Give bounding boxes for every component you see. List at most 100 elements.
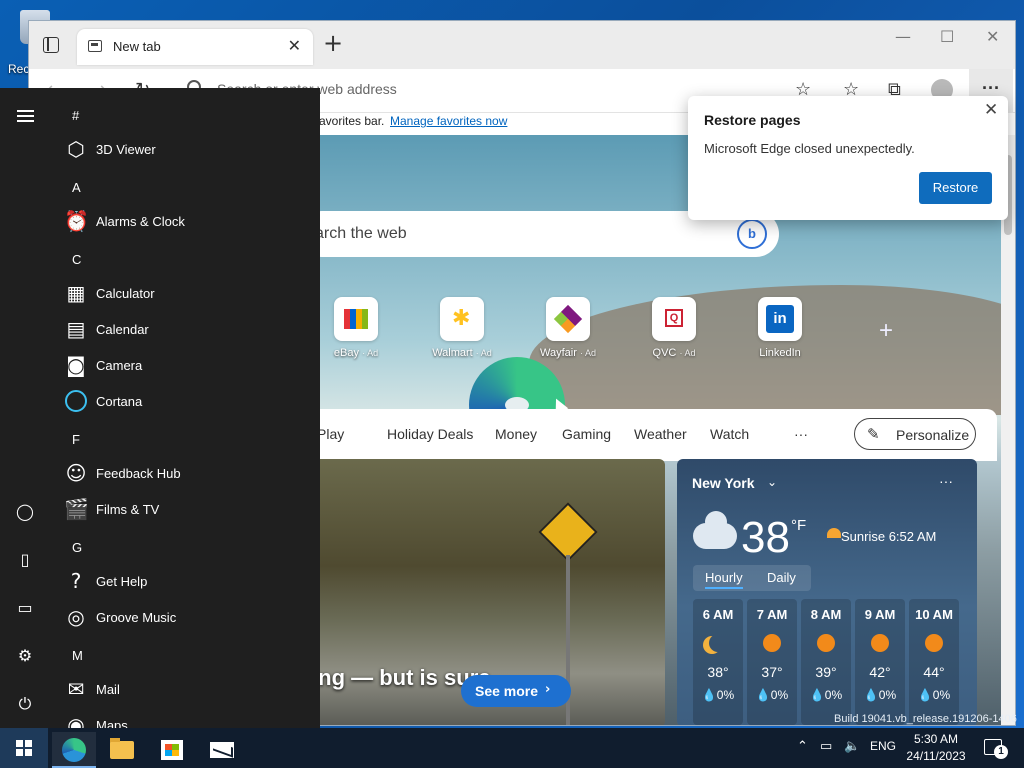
volume-muted-icon[interactable]: 🔈 [844, 739, 860, 754]
sun-icon [925, 634, 943, 652]
tab-new-tab[interactable]: New tab ✕ [77, 29, 313, 65]
windows-logo-icon [16, 740, 32, 756]
app-calculator[interactable]: ▦ Calculator [62, 275, 312, 311]
hour-precip: 0% [932, 688, 951, 702]
weather-more-icon[interactable]: ··· [939, 473, 953, 489]
app-maps[interactable]: ◉ Maps [62, 707, 312, 728]
hour-precip: 0% [824, 688, 843, 702]
app-groove-music[interactable]: ◎ Groove Music [62, 599, 312, 635]
calculator-icon: ▦ [66, 281, 86, 305]
app-label: 3D Viewer [96, 142, 156, 157]
edit-icon: ✎ [867, 426, 880, 443]
maximize-button[interactable]: ☐ [940, 27, 954, 46]
hamburger-menu-icon[interactable] [17, 110, 34, 122]
feed-tab-holiday-deals[interactable]: Holiday Deals [387, 426, 473, 442]
hour-time: 10 AM [915, 607, 953, 622]
personalize-button[interactable]: ✎ Personalize [854, 418, 976, 450]
chevron-down-icon[interactable]: ⌄ [767, 475, 777, 489]
app-cortana[interactable]: Cortana [62, 383, 312, 419]
hour-temp: 42° [869, 664, 891, 680]
ebay-icon [344, 309, 368, 329]
show-hidden-icons-chevron-icon[interactable]: ⌃ [797, 739, 808, 754]
feed-more-icon[interactable]: ··· [794, 426, 808, 442]
clock-time: 5:30 AM [913, 732, 959, 746]
app-feedback-hub[interactable]: ☺ Feedback Hub [62, 455, 312, 491]
settings-gear-icon[interactable]: ⚙ [16, 646, 34, 665]
group-header-hash[interactable]: # [72, 108, 79, 123]
quick-link-qvc[interactable]: Q QVC · Ad [629, 297, 719, 359]
tab-close-button[interactable]: ✕ [288, 36, 301, 56]
weather-city[interactable]: New York [692, 475, 755, 491]
sunrise-time[interactable]: Sunrise 6:52 AM [841, 529, 936, 544]
hour-precip: 0% [770, 688, 789, 702]
quick-link-ebay[interactable]: eBay · Ad [311, 297, 401, 359]
start-button[interactable] [0, 728, 48, 768]
see-more-button[interactable]: See more › [461, 675, 571, 707]
network-icon[interactable]: ▭ [820, 739, 832, 754]
weather-card[interactable]: New York ⌄ ··· 38 °F Sunrise 6:52 AM Hou… [677, 459, 977, 725]
power-icon[interactable]: ⏻ [16, 694, 34, 713]
tab-actions-icon[interactable] [43, 37, 59, 53]
maps-icon: ◉ [67, 713, 85, 728]
edge-icon [62, 738, 86, 762]
group-header-a[interactable]: A [72, 180, 81, 195]
quick-link-label: Wayfair [540, 347, 577, 359]
group-header-g[interactable]: G [72, 540, 82, 555]
sun-icon [763, 634, 781, 652]
feed-nav-bar: rts Play Holiday Deals Money Gaming Weat… [279, 409, 997, 461]
documents-icon[interactable]: ▯ [16, 550, 34, 569]
raindrop-icon: 💧 [809, 688, 825, 702]
group-header-f[interactable]: F [72, 432, 80, 447]
app-calendar[interactable]: ▤ Calendar [62, 311, 312, 347]
taskbar-store[interactable] [150, 732, 194, 768]
group-header-m[interactable]: M [72, 648, 83, 663]
app-label: Films & TV [96, 502, 160, 517]
cloudy-icon [693, 511, 737, 549]
taskbar-file-explorer[interactable] [100, 732, 144, 768]
current-temperature: 38 [741, 513, 790, 562]
quick-link-linkedin[interactable]: in LinkedIn [735, 297, 825, 359]
hour-forecast: 9 AM 42° 💧0% [855, 599, 905, 725]
app-label: Cortana [96, 394, 143, 409]
feed-tab-watch[interactable]: Watch [710, 426, 749, 442]
quick-link-walmart[interactable]: ✱ Walmart · Ad [417, 297, 507, 359]
feed-tab-play[interactable]: Play [317, 426, 344, 442]
tab-hourly[interactable]: Hourly [705, 570, 743, 589]
taskbar-edge[interactable] [52, 732, 96, 768]
web-search-placeholder: arch the web [315, 225, 407, 242]
hour-time: 7 AM [756, 607, 788, 622]
pictures-icon[interactable]: ▭ [16, 598, 34, 617]
app-mail[interactable]: ✉ Mail [62, 671, 312, 707]
app-get-help[interactable]: ? Get Help [62, 563, 312, 599]
raindrop-icon: 💧 [917, 688, 933, 702]
bing-chat-icon[interactable]: b [737, 219, 767, 249]
feed-tab-weather[interactable]: Weather [634, 426, 687, 442]
tab-daily[interactable]: Daily [767, 570, 796, 585]
restore-button[interactable]: Restore [919, 172, 992, 204]
add-quick-link-button[interactable]: + [879, 317, 893, 345]
app-camera[interactable]: ◙ Camera [62, 347, 312, 383]
manage-favorites-link[interactable]: Manage favorites now [390, 114, 507, 128]
feed-tab-money[interactable]: Money [495, 426, 537, 442]
app-alarms-clock[interactable]: ⏰ Alarms & Clock [62, 203, 312, 239]
app-3d-viewer[interactable]: ⬡ 3D Viewer [62, 131, 312, 167]
taskbar-clock[interactable]: 5:30 AM 24/11/2023 [900, 731, 972, 765]
alarm-clock-icon: ⏰ [64, 209, 89, 233]
group-header-c[interactable]: C [72, 252, 81, 267]
feed-tab-gaming[interactable]: Gaming [562, 426, 611, 442]
restore-popup-close-button[interactable]: ✕ [984, 100, 998, 120]
taskbar-mail[interactable] [200, 732, 244, 768]
hour-temp: 37° [761, 664, 783, 680]
minimize-button[interactable]: — [895, 27, 911, 46]
page-scrollbar[interactable] [1001, 135, 1015, 725]
window-close-button[interactable]: ✕ [986, 27, 999, 46]
language-indicator[interactable]: ENG [870, 739, 896, 753]
quick-link-wayfair[interactable]: Wayfair · Ad [523, 297, 613, 359]
new-tab-button[interactable]: + [323, 31, 343, 55]
user-icon[interactable]: ◯ [16, 502, 34, 521]
quick-link-label: QVC [652, 347, 677, 359]
help-icon: ? [70, 569, 82, 593]
app-label: Get Help [96, 574, 148, 589]
action-center-icon[interactable]: 1 [984, 739, 1008, 759]
app-films-tv[interactable]: 🎬 Films & TV [62, 491, 312, 527]
